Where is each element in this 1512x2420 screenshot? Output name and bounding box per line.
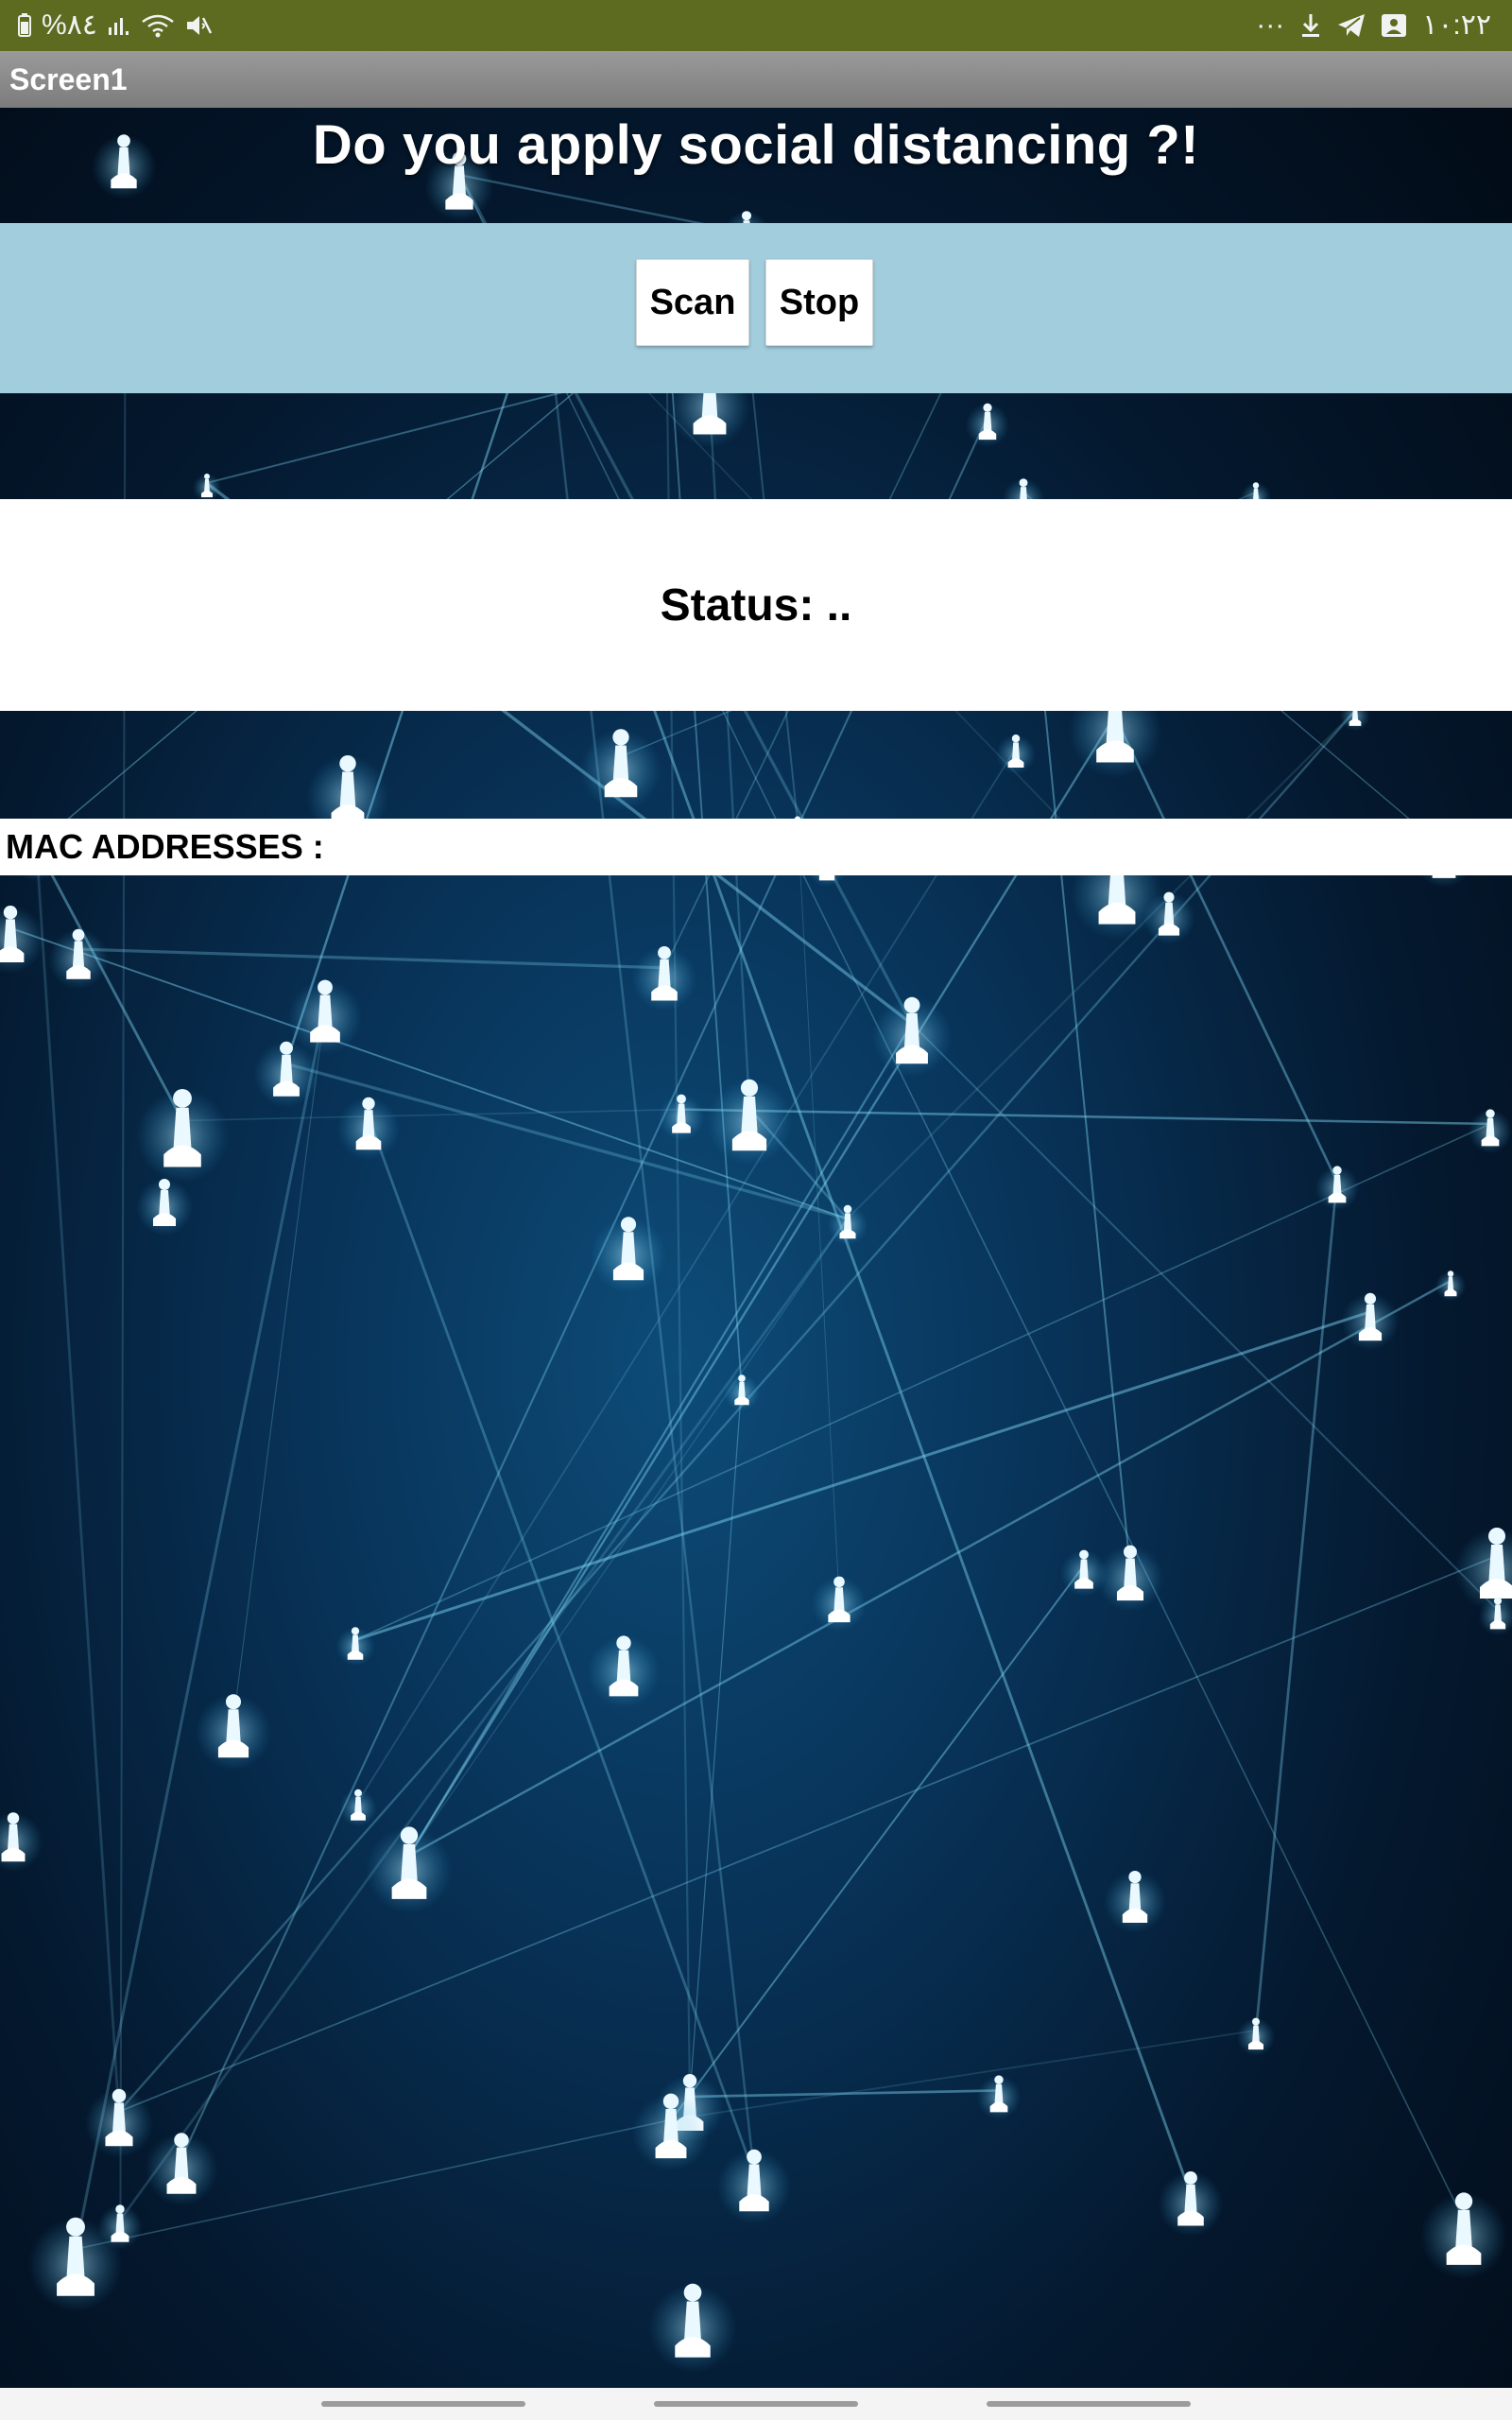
nav-home-handle[interactable] bbox=[654, 2401, 858, 2407]
wifi-icon bbox=[141, 0, 175, 51]
status-label: Status: .. bbox=[660, 579, 852, 631]
app-title-bar: Screen1 bbox=[0, 51, 1512, 108]
status-panel: Status: .. bbox=[0, 499, 1512, 711]
mute-icon bbox=[184, 0, 213, 51]
network-background-image bbox=[0, 108, 1512, 2388]
gallery-icon bbox=[1381, 0, 1407, 51]
navigation-bar bbox=[0, 2388, 1512, 2420]
battery-icon bbox=[17, 0, 32, 51]
button-bar: Scan Stop bbox=[0, 223, 1512, 393]
telegram-icon bbox=[1337, 0, 1366, 51]
screen-title: Screen1 bbox=[9, 62, 128, 96]
download-icon bbox=[1299, 0, 1322, 51]
signal-icon bbox=[107, 0, 131, 51]
stop-button[interactable]: Stop bbox=[765, 259, 873, 346]
mac-addresses-label: MAC ADDRESSES : bbox=[6, 827, 324, 866]
status-bar: %٨٤ ··· ١٠:٢٢ bbox=[0, 0, 1512, 51]
scan-button[interactable]: Scan bbox=[636, 259, 749, 346]
clock: ١٠:٢٢ bbox=[1422, 9, 1491, 41]
mac-addresses-bar: MAC ADDRESSES : bbox=[0, 819, 1512, 875]
page-title: Do you apply social distancing ?! bbox=[312, 114, 1200, 176]
nav-recents-handle[interactable] bbox=[321, 2401, 525, 2407]
nav-back-handle[interactable] bbox=[987, 2401, 1191, 2407]
battery-level: %٨٤ bbox=[42, 9, 97, 41]
more-notifications: ··· bbox=[1256, 9, 1285, 41]
